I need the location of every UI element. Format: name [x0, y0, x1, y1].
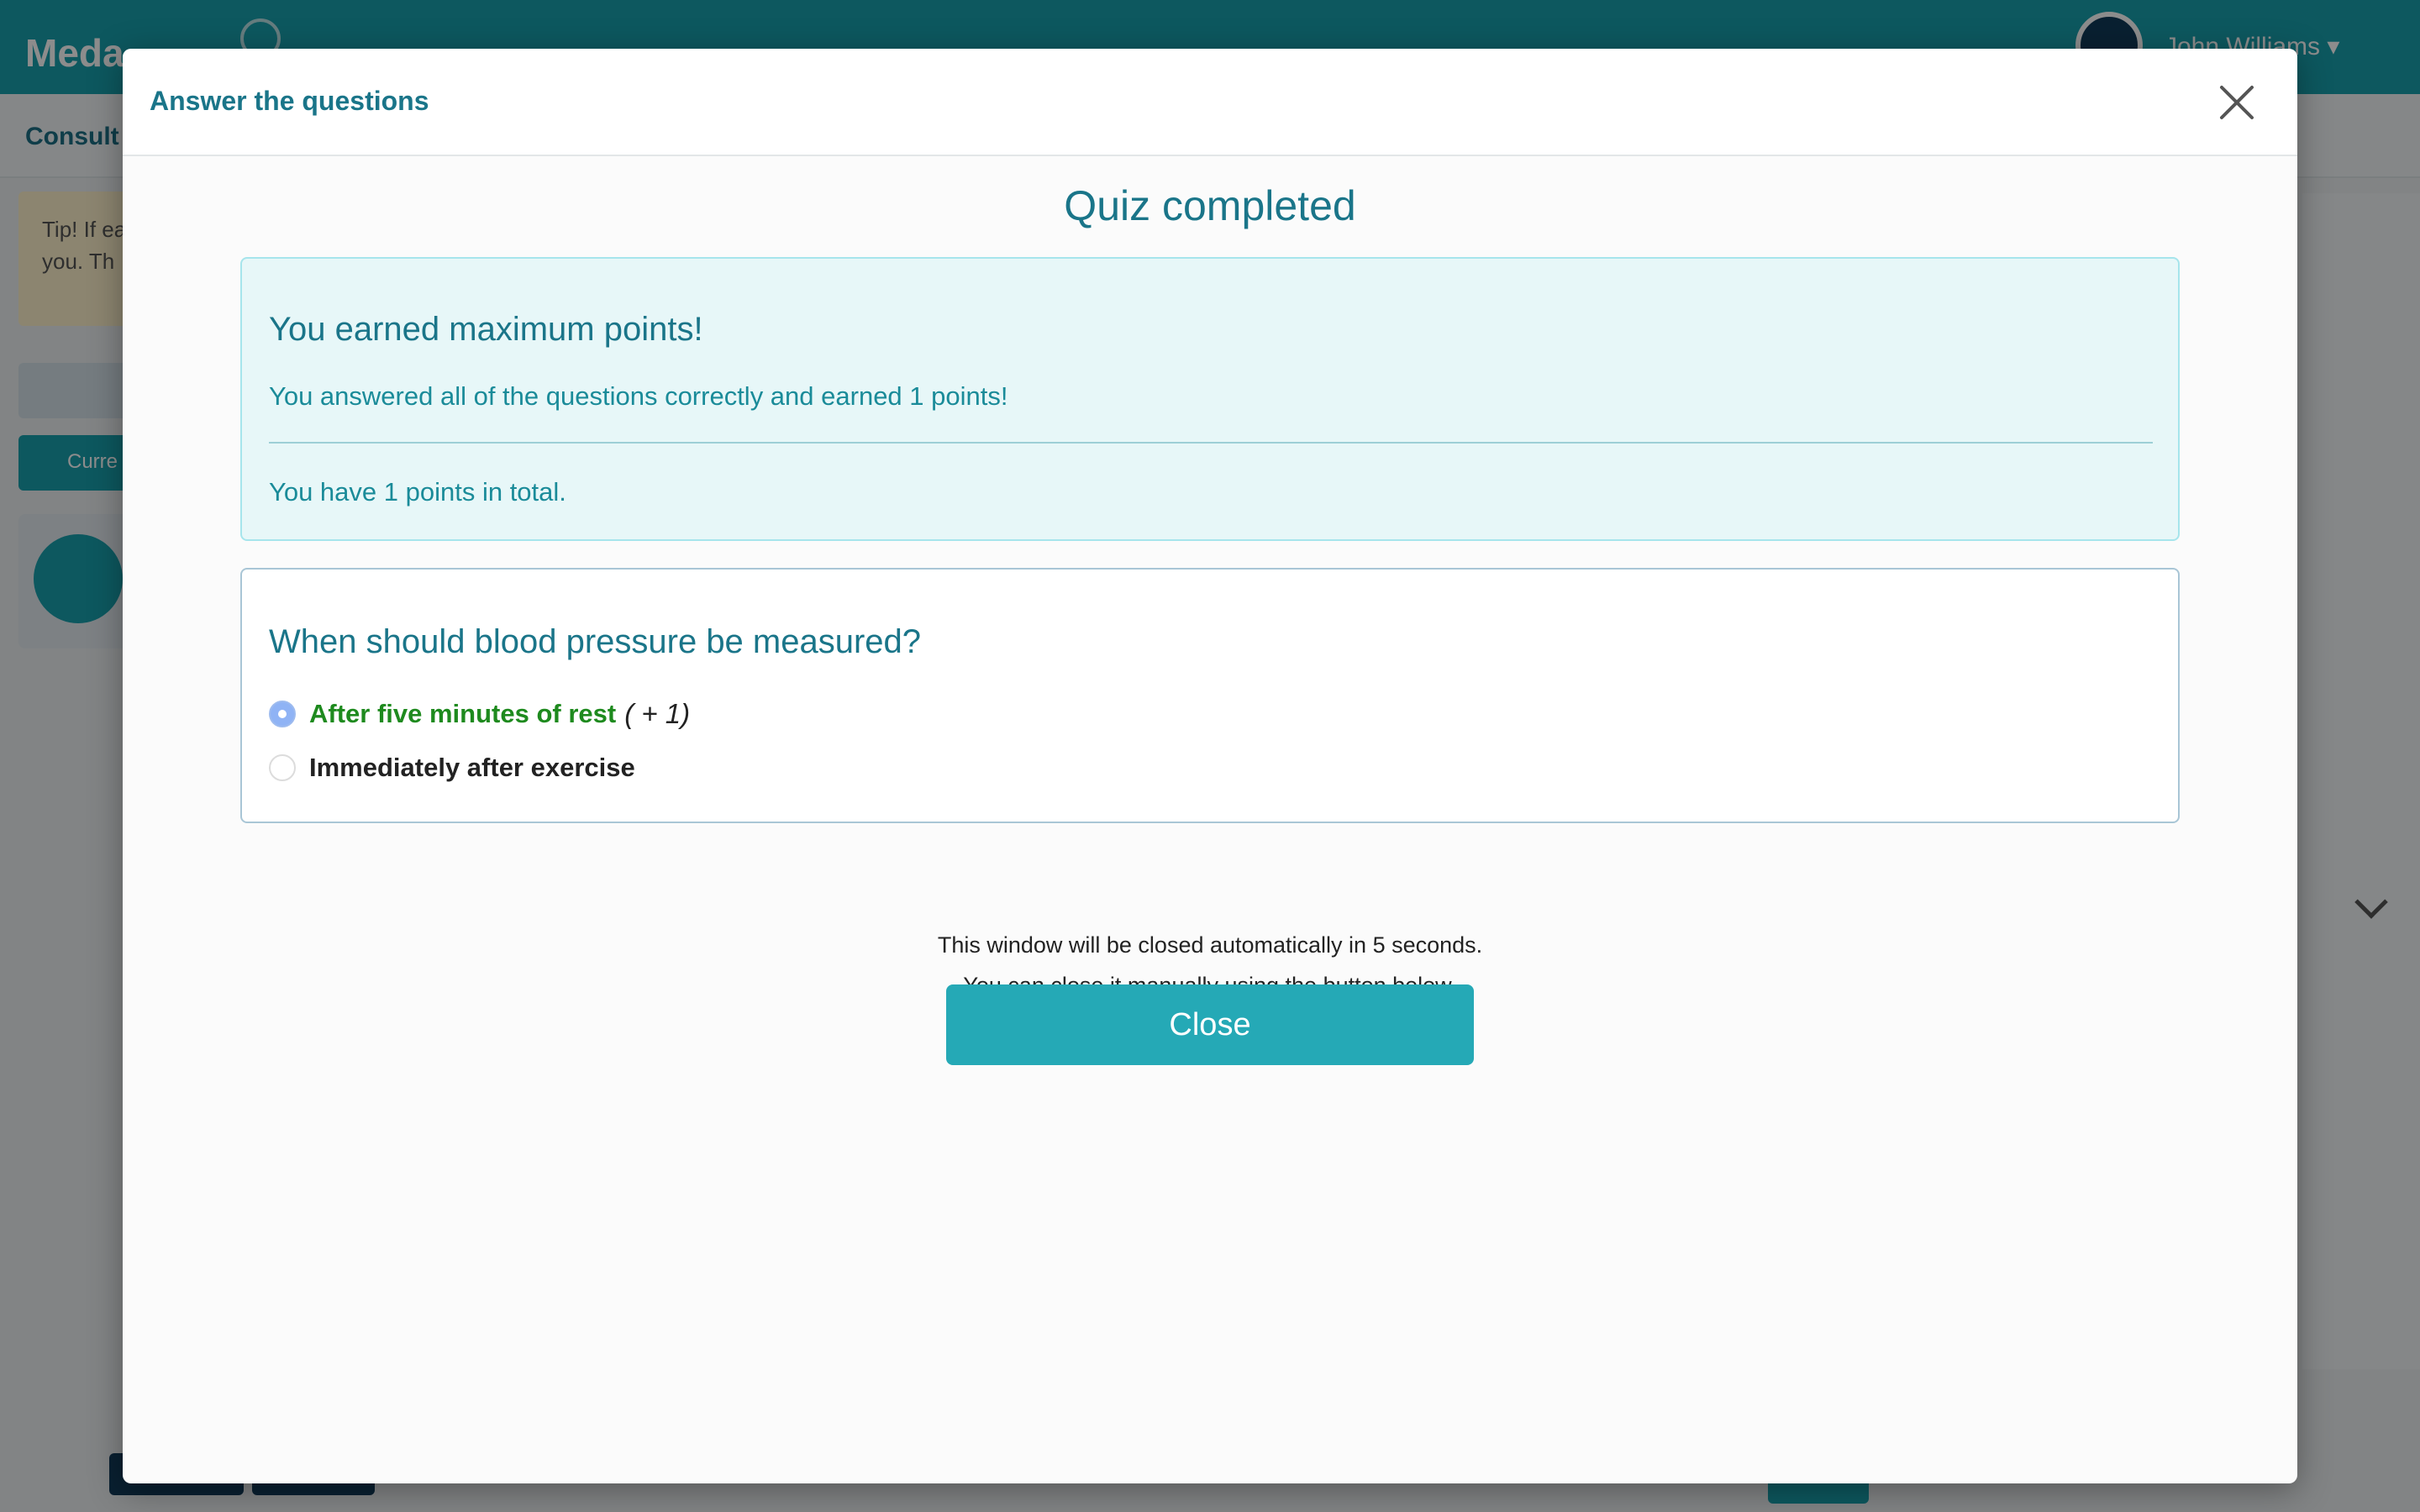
answer-label: After five minutes of rest — [309, 699, 617, 728]
quiz-completed-heading: Quiz completed — [1064, 182, 1356, 229]
divider — [269, 442, 2153, 444]
auto-close-notice: This window will be closed automatically… — [937, 932, 1483, 958]
question-box: When should blood pressure be measured? … — [240, 568, 2180, 823]
question-text: When should blood pressure be measured? — [269, 623, 922, 660]
modal-header: Answer the questions — [123, 49, 2297, 156]
result-title: You earned maximum points! — [269, 311, 703, 348]
answer-option-2[interactable]: Immediately after exercise — [269, 749, 635, 786]
close-icon[interactable] — [2213, 79, 2260, 126]
result-message: You answered all of the questions correc… — [269, 381, 1008, 411]
total-points: You have 1 points in total. — [269, 477, 566, 507]
quiz-modal: Answer the questions Quiz completed You … — [123, 49, 2297, 1483]
result-box: You earned maximum points! You answered … — [240, 257, 2180, 541]
modal-title: Answer the questions — [150, 86, 429, 116]
answer-points: ( + 1) — [624, 698, 691, 729]
radio-selected-icon[interactable] — [269, 701, 296, 727]
radio-unselected-icon[interactable] — [269, 754, 296, 781]
answer-option-1[interactable]: After five minutes of rest ( + 1) — [269, 696, 690, 732]
answer-label: Immediately after exercise — [309, 753, 635, 782]
close-button[interactable]: Close — [946, 984, 1474, 1065]
